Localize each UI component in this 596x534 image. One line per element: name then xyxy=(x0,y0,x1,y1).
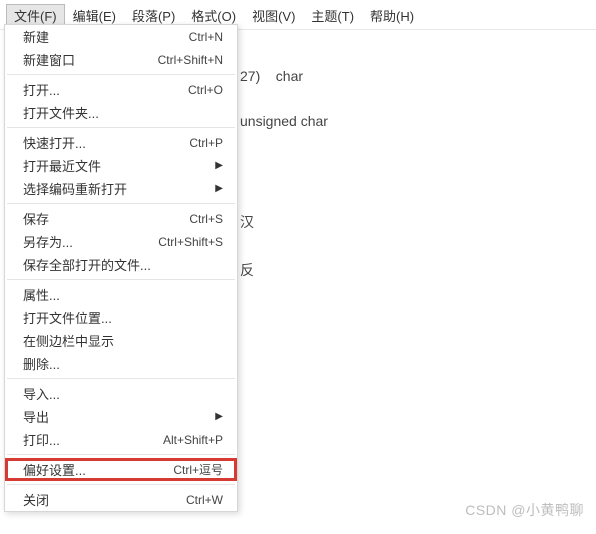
menu-item-shortcut: Ctrl+O xyxy=(188,83,223,97)
menu-item[interactable]: 保存全部打开的文件... xyxy=(5,253,237,276)
menu-item[interactable]: 快速打开... Ctrl+P xyxy=(5,131,237,154)
menu-item[interactable]: 偏好设置... Ctrl+逗号 xyxy=(5,458,237,481)
menu-item[interactable]: 导入... xyxy=(5,382,237,405)
document-content: 27) char unsigned char 汉 反 xyxy=(240,40,328,283)
menu-item-shortcut: Ctrl+P xyxy=(189,136,223,150)
menu-item-label: 快速打开... xyxy=(23,133,86,152)
menu-item[interactable]: 另存为... Ctrl+Shift+S xyxy=(5,230,237,253)
menu-item-label: 在侧边栏中显示 xyxy=(23,331,114,350)
menu-item[interactable]: 打开... Ctrl+O xyxy=(5,78,237,101)
chevron-right-icon: ▶ xyxy=(215,160,223,171)
menu-item-label: 保存 xyxy=(23,209,49,228)
menu-separator xyxy=(7,279,235,280)
menu-item-label: 打印... xyxy=(23,430,60,449)
menu-item-label: 打开文件位置... xyxy=(23,308,112,327)
menu-item-label: 属性... xyxy=(23,285,60,304)
menu-item[interactable]: 在侧边栏中显示 xyxy=(5,329,237,352)
menu-item-label: 选择编码重新打开 xyxy=(23,179,127,198)
chevron-right-icon: ▶ xyxy=(215,183,223,194)
menu-item-label: 删除... xyxy=(23,354,60,373)
doc-text: char xyxy=(276,68,303,84)
menu-separator xyxy=(7,127,235,128)
menu-separator xyxy=(7,484,235,485)
menu-item-label: 打开... xyxy=(23,80,60,99)
menu-item[interactable]: 新建窗口 Ctrl+Shift+N xyxy=(5,48,237,71)
menu-item-label: 打开文件夹... xyxy=(23,103,99,122)
menu-item[interactable]: 关闭 Ctrl+W xyxy=(5,488,237,511)
doc-text: 反 xyxy=(240,262,254,278)
menu-separator xyxy=(7,74,235,75)
menu-top-4[interactable]: 视图(V) xyxy=(244,4,303,27)
menu-item-label: 新建 xyxy=(23,27,49,46)
menu-item-shortcut: Ctrl+N xyxy=(189,30,223,44)
menu-item-shortcut: Ctrl+Shift+N xyxy=(158,53,223,67)
menu-item-shortcut: Ctrl+Shift+S xyxy=(158,235,223,249)
menu-item-shortcut: Ctrl+逗号 xyxy=(173,461,223,478)
menu-item[interactable]: 打开文件位置... xyxy=(5,306,237,329)
menu-item-shortcut: Ctrl+S xyxy=(189,212,223,226)
menu-item-label: 保存全部打开的文件... xyxy=(23,255,151,274)
menu-separator xyxy=(7,203,235,204)
chevron-right-icon: ▶ xyxy=(215,411,223,422)
menu-item[interactable]: 打印... Alt+Shift+P xyxy=(5,428,237,451)
menu-top-5[interactable]: 主题(T) xyxy=(303,4,362,27)
menu-item[interactable]: 选择编码重新打开 ▶ xyxy=(5,177,237,200)
menu-item[interactable]: 新建 Ctrl+N xyxy=(5,25,237,48)
file-menu-dropdown: 新建 Ctrl+N 新建窗口 Ctrl+Shift+N 打开... Ctrl+O 打开文件夹… xyxy=(4,24,238,512)
menu-item[interactable]: 打开最近文件 ▶ xyxy=(5,154,237,177)
watermark: CSDN @小黄鸭聊 xyxy=(465,500,584,520)
menu-item-label: 新建窗口 xyxy=(23,50,75,69)
menu-item[interactable]: 导出 ▶ xyxy=(5,405,237,428)
menu-item[interactable]: 删除... xyxy=(5,352,237,375)
doc-text: 27) xyxy=(240,68,260,84)
menu-item-label: 打开最近文件 xyxy=(23,156,101,175)
menu-item-label: 偏好设置... xyxy=(23,460,86,479)
menu-separator xyxy=(7,378,235,379)
menu-item[interactable]: 属性... xyxy=(5,283,237,306)
menu-item-shortcut: Alt+Shift+P xyxy=(163,433,223,447)
menu-item-label: 关闭 xyxy=(23,490,49,509)
menu-item-label: 导出 xyxy=(23,407,49,426)
menu-top-6[interactable]: 帮助(H) xyxy=(362,4,422,27)
menu-item-label: 另存为... xyxy=(23,232,73,251)
menu-item-shortcut: Ctrl+W xyxy=(186,493,223,507)
menu-item[interactable]: 保存 Ctrl+S xyxy=(5,207,237,230)
menu-item-label: 导入... xyxy=(23,384,60,403)
menu-item[interactable]: 打开文件夹... xyxy=(5,101,237,124)
menu-separator xyxy=(7,454,235,455)
doc-text: 汉 xyxy=(240,214,254,230)
doc-text: unsigned char xyxy=(240,113,328,129)
